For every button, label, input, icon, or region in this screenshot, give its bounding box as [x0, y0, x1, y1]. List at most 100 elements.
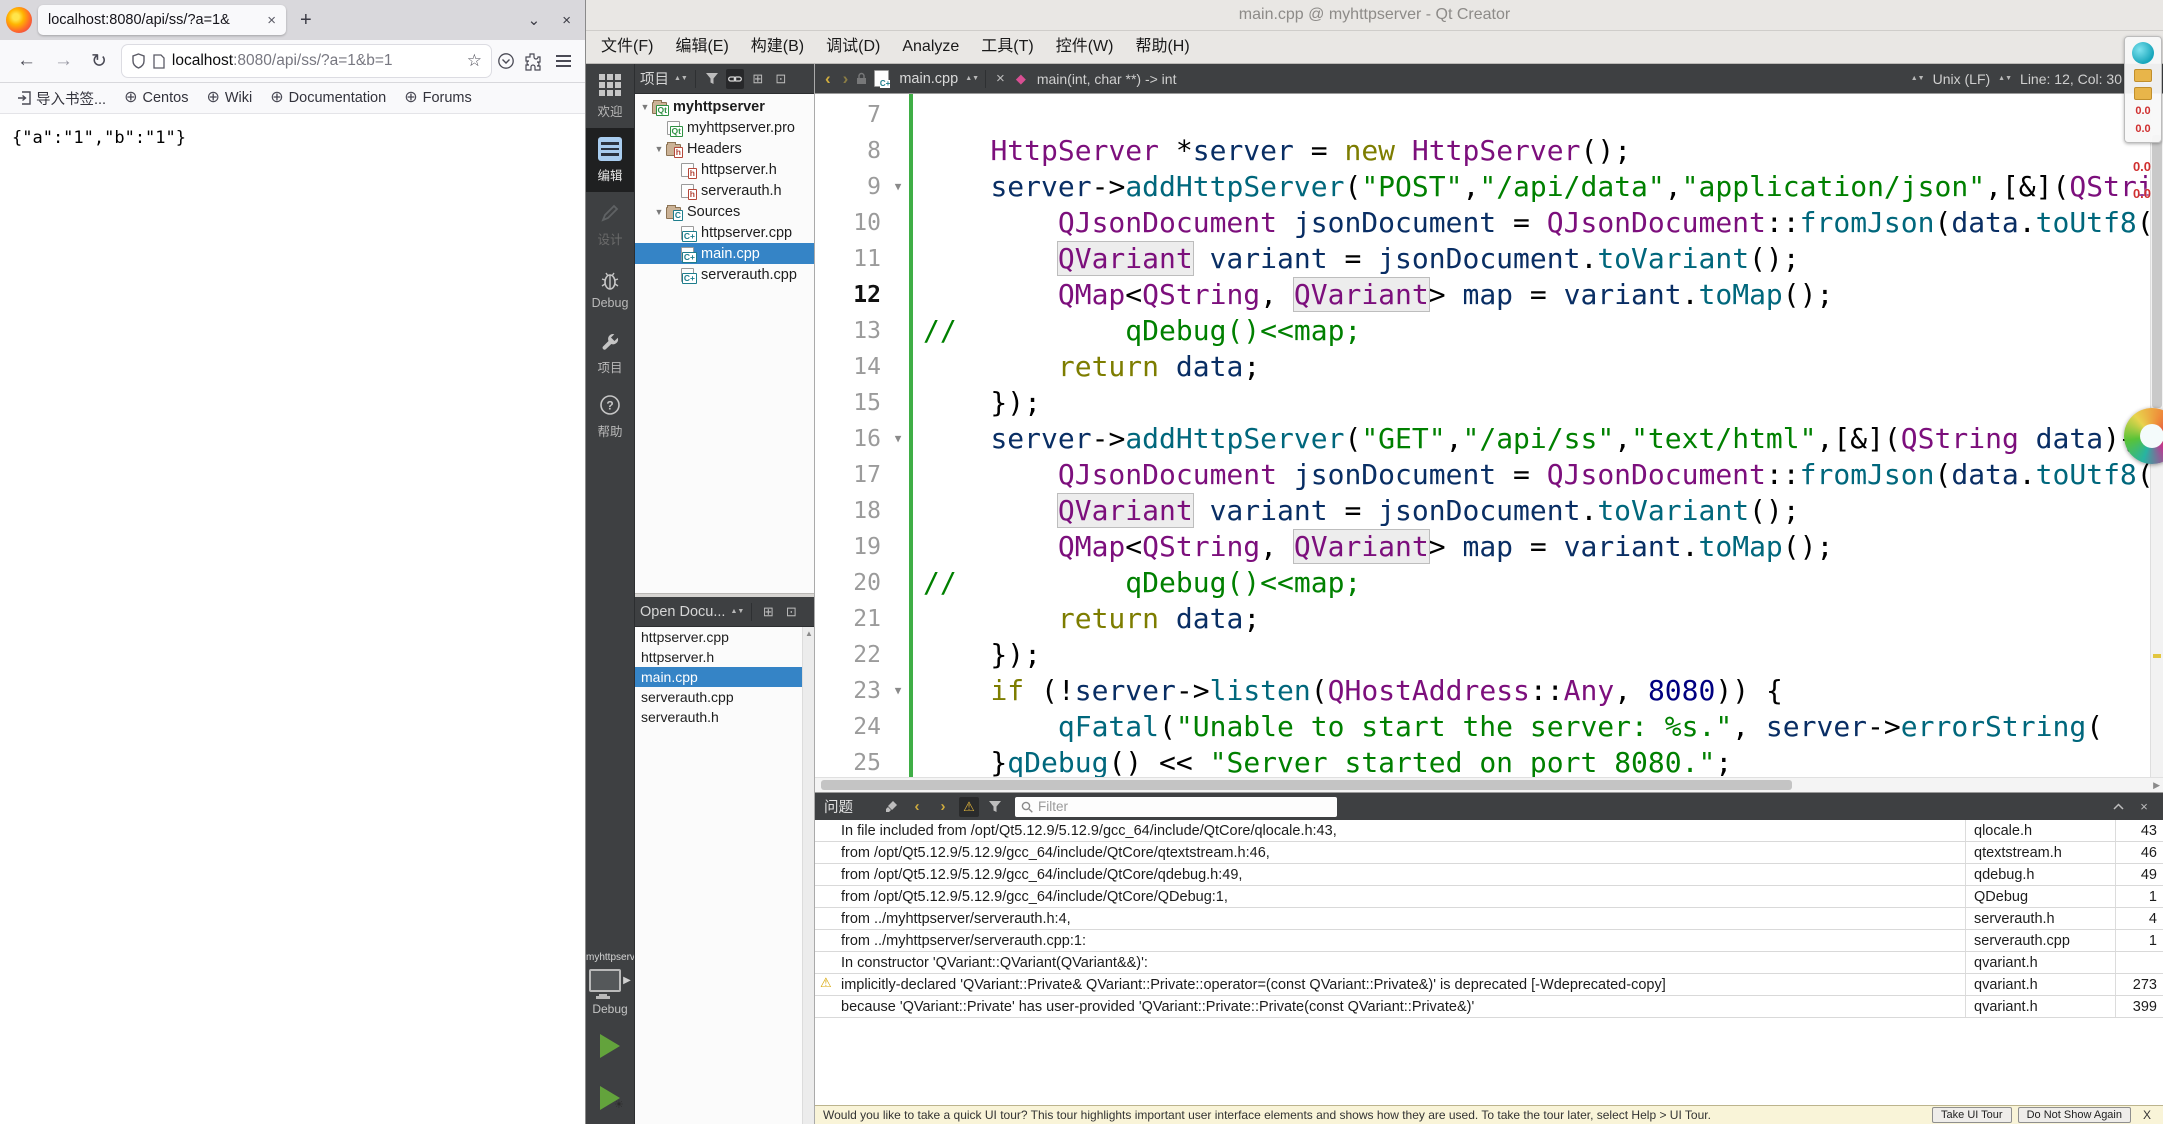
nav-back-icon[interactable]: ‹: [821, 69, 835, 89]
extensions-puzzle-icon[interactable]: [523, 52, 542, 71]
list-tabs-chevron-icon[interactable]: ⌄: [520, 11, 549, 29]
overlay-widget-toolbar[interactable]: 0.0 0.0: [2124, 36, 2162, 143]
mode-help[interactable]: ?帮助: [586, 384, 634, 448]
next-issue-icon[interactable]: ›: [933, 797, 953, 817]
debug-run-button[interactable]: ☀: [600, 1086, 620, 1110]
mode-grid[interactable]: 欢迎: [586, 64, 634, 128]
mode-edit[interactable]: 编辑: [586, 128, 634, 192]
infobar-button-do-not-show-again[interactable]: Do Not Show Again: [2018, 1107, 2131, 1123]
tree-item-serverauth-cpp[interactable]: C+serverauth.cpp: [635, 264, 814, 285]
fold-marker-icon[interactable]: ▼: [887, 421, 909, 457]
tree-item-httpserver-h[interactable]: hhttpserver.h: [635, 159, 814, 180]
menu-b[interactable]: 构建(B): [740, 31, 815, 63]
bookmark-item[interactable]: ⊕Documentation: [263, 90, 393, 106]
editor-horizontal-scrollbar[interactable]: ▶: [815, 777, 2163, 792]
code-editor[interactable]: 78 HttpServer *server = new HttpServer()…: [815, 94, 2163, 777]
close-document-icon[interactable]: ×: [992, 70, 1009, 87]
tree-item-Headers[interactable]: ▼hHeaders: [635, 138, 814, 159]
mode-debug[interactable]: Debug: [586, 256, 634, 320]
fold-marker-icon[interactable]: ▼: [887, 673, 909, 709]
encoding-dropdown-icon[interactable]: ▲▼: [1911, 76, 1925, 81]
issue-row[interactable]: In file included from /opt/Qt5.12.9/5.12…: [815, 820, 2163, 842]
document-dropdown-icon[interactable]: ▲▼: [965, 76, 979, 81]
issue-row[interactable]: In constructor 'QVariant::QVariant(QVari…: [815, 952, 2163, 974]
menu-f[interactable]: 文件(F): [590, 31, 664, 63]
infobar-close-icon[interactable]: X: [2139, 1108, 2155, 1122]
pocket-icon[interactable]: [497, 52, 515, 70]
build-target-selector[interactable]: myhttpserver▶Debug: [586, 952, 634, 1020]
menu-w[interactable]: 控件(W): [1045, 31, 1125, 63]
scroll-right-arrow-icon[interactable]: ▶: [2153, 778, 2160, 792]
browser-window-close-icon[interactable]: ×: [554, 12, 579, 29]
bookmark-star-icon[interactable]: ☆: [467, 51, 482, 71]
bookmark-item[interactable]: ⊕Centos: [117, 90, 195, 106]
overlay-amber-icon[interactable]: [2134, 69, 2152, 82]
menu-h[interactable]: 帮助(H): [1124, 31, 1200, 63]
menu-e[interactable]: 编辑(E): [664, 31, 739, 63]
back-icon[interactable]: ←: [8, 50, 45, 72]
bookmark-import[interactable]: 导入书签...: [10, 88, 113, 109]
issue-row[interactable]: from ../myhttpserver/serverauth.h:4,serv…: [815, 908, 2163, 930]
menu-analyze[interactable]: Analyze: [891, 31, 970, 63]
menu-hamburger-icon[interactable]: [550, 55, 577, 66]
menu-t[interactable]: 工具(T): [970, 31, 1044, 63]
overlay-amber-icon[interactable]: [2134, 87, 2152, 100]
open-doc-httpserver-cpp[interactable]: httpserver.cpp: [635, 627, 814, 647]
new-tab-button[interactable]: +: [292, 9, 320, 32]
nav-forward-icon[interactable]: ›: [839, 69, 853, 89]
menu-d[interactable]: 调试(D): [815, 31, 891, 63]
open-documents-scrollbar[interactable]: ▲: [802, 627, 814, 1124]
bookmark-item[interactable]: ⊕Wiki: [199, 90, 259, 106]
split-pane-icon[interactable]: ⊞: [749, 69, 767, 89]
tab-close-icon[interactable]: ×: [265, 12, 278, 29]
open-doc-serverauth-cpp[interactable]: serverauth.cpp: [635, 687, 814, 707]
overlay-teal-circle-icon[interactable]: [2132, 42, 2154, 64]
previous-issue-icon[interactable]: ‹: [907, 797, 927, 817]
editor-filename[interactable]: main.cpp: [899, 71, 958, 87]
url-bar[interactable]: localhost:8080/api/ss/?a=1&b=1 ☆: [122, 45, 491, 77]
qtcreator-title-bar[interactable]: main.cpp @ myhttpserver - Qt Creator: [586, 0, 2163, 31]
expander-icon[interactable]: ▼: [653, 207, 665, 217]
issue-row[interactable]: from /opt/Qt5.12.9/5.12.9/gcc_64/include…: [815, 842, 2163, 864]
cursor-position[interactable]: Line: 12, Col: 30: [2020, 71, 2122, 87]
show-warnings-toggle-icon[interactable]: ⚠: [959, 797, 979, 817]
issue-row[interactable]: because 'QVariant::Private' has user-pro…: [815, 996, 2163, 1018]
firefox-icon[interactable]: [6, 7, 32, 33]
current-symbol[interactable]: main(int, char **) -> int: [1037, 71, 1177, 87]
split-pane-icon[interactable]: ⊞: [759, 602, 777, 622]
line-ending-indicator[interactable]: Unix (LF): [1933, 71, 1991, 87]
issues-filter-input[interactable]: Filter: [1015, 797, 1337, 817]
tree-item-httpserver-cpp[interactable]: C+httpserver.cpp: [635, 222, 814, 243]
browser-tab[interactable]: localhost:8080/api/ss/?a=1& ×: [38, 5, 286, 35]
tree-item-Sources[interactable]: ▼CSources: [635, 201, 814, 222]
close-pane-icon[interactable]: ⊡: [782, 602, 800, 622]
maximize-panel-icon[interactable]: [2108, 797, 2128, 817]
target-kit-icon[interactable]: ▶: [589, 969, 631, 992]
tree-item-main-cpp[interactable]: C+main.cpp: [635, 243, 814, 264]
issues-tab-label[interactable]: 问题: [824, 796, 853, 817]
expander-icon[interactable]: ▼: [653, 144, 665, 154]
filter-funnel-icon[interactable]: [985, 797, 1005, 817]
fold-marker-icon[interactable]: ▼: [887, 169, 909, 205]
forward-icon[interactable]: →: [45, 50, 82, 72]
pane-selector-icon[interactable]: ▲▼: [730, 609, 744, 614]
mode-wrench[interactable]: 项目: [586, 320, 634, 384]
issue-row[interactable]: from /opt/Qt5.12.9/5.12.9/gcc_64/include…: [815, 864, 2163, 886]
issue-row[interactable]: from /opt/Qt5.12.9/5.12.9/gcc_64/include…: [815, 886, 2163, 908]
pane-selector-icon[interactable]: ▲▼: [674, 76, 688, 81]
expander-icon[interactable]: ▼: [639, 102, 651, 112]
tree-item-serverauth-h[interactable]: hserverauth.h: [635, 180, 814, 201]
scroll-up-arrow-icon[interactable]: ▲: [805, 629, 813, 638]
infobar-button-take-ui-tour[interactable]: Take UI Tour: [1932, 1107, 2012, 1123]
open-doc-httpserver-h[interactable]: httpserver.h: [635, 647, 814, 667]
sync-with-editor-icon[interactable]: [726, 69, 744, 89]
reload-icon[interactable]: ↻: [82, 50, 116, 73]
close-panel-icon[interactable]: ×: [2134, 797, 2154, 817]
open-doc-serverauth-h[interactable]: serverauth.h: [635, 707, 814, 727]
bookmark-item[interactable]: ⊕Forums: [397, 90, 479, 106]
filter-funnel-icon[interactable]: [703, 69, 721, 89]
cursor-dropdown-icon[interactable]: ▲▼: [1998, 76, 2012, 81]
close-pane-icon[interactable]: ⊡: [772, 69, 790, 89]
clean-icon[interactable]: [881, 797, 901, 817]
scrollbar-thumb[interactable]: [821, 780, 1792, 790]
